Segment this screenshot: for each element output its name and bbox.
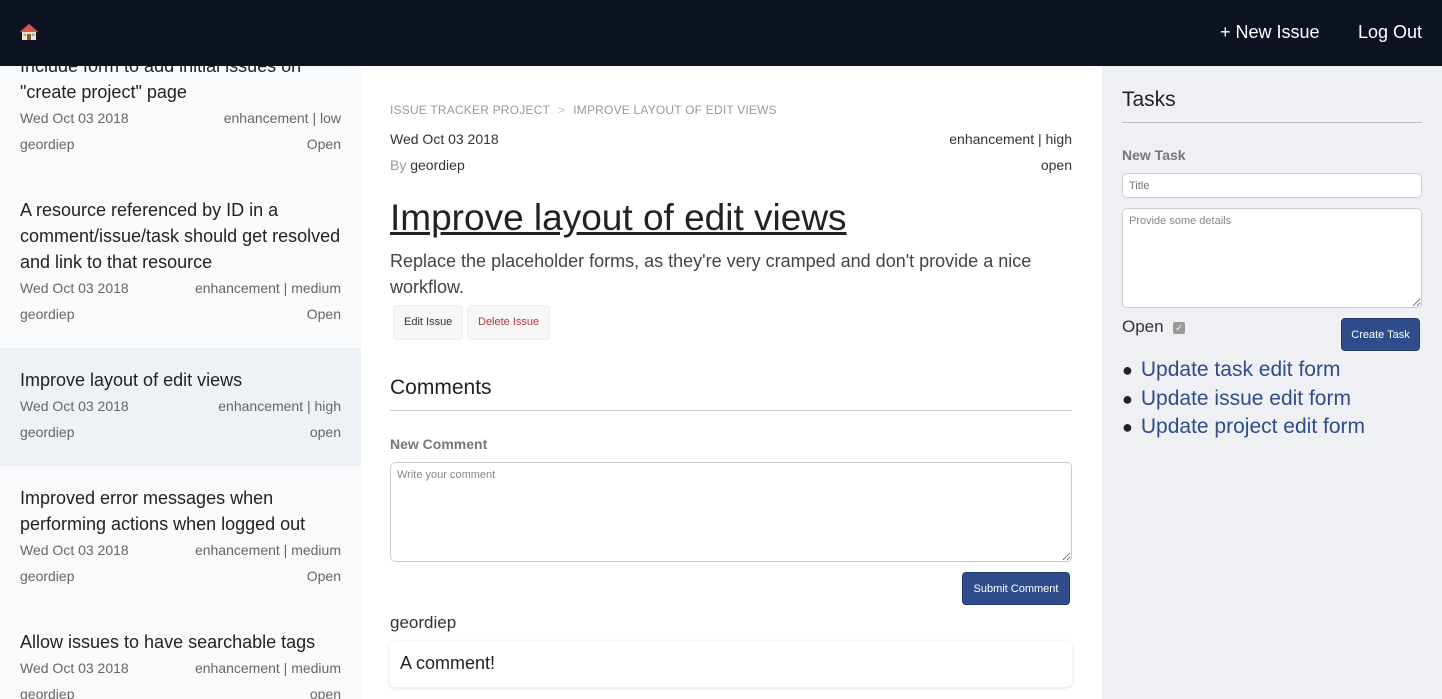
- comment-textarea[interactable]: [390, 462, 1072, 562]
- logout-link[interactable]: Log Out: [1358, 22, 1422, 43]
- new-comment-label: New Comment: [390, 436, 488, 452]
- delete-issue-button[interactable]: Delete Issue: [467, 305, 551, 340]
- list-item-active[interactable]: Improve layout of edit views Wed Oct 03 …: [0, 348, 361, 466]
- list-item[interactable]: Include form to add initial issues on "c…: [0, 66, 361, 157]
- issue-status: open: [309, 686, 341, 699]
- new-issue-link[interactable]: + New Issue: [1220, 22, 1320, 43]
- comment-author: geordiep: [390, 613, 457, 632]
- open-label: Open: [1122, 317, 1164, 336]
- task-link[interactable]: ● Update task edit form: [1122, 356, 1365, 385]
- breadcrumb-project[interactable]: ISSUE TRACKER PROJECT: [390, 103, 550, 117]
- tasks-panel: Tasks New Task Open ✓ Create Task ●Updat…: [1102, 66, 1442, 699]
- breadcrumb: ISSUE TRACKER PROJECT > IMPROVE LAYOUT OF …: [390, 103, 777, 117]
- open-checkbox[interactable]: ✓: [1173, 322, 1185, 334]
- issue-author: geordiep: [20, 568, 75, 584]
- issue-author: geordiep: [20, 136, 75, 152]
- issue-author-line: By geordiep: [390, 155, 465, 175]
- by-label: By: [390, 157, 407, 173]
- task-link[interactable]: ● Update project edit form: [1122, 413, 1365, 442]
- issue-author: geordiep: [20, 686, 75, 699]
- issue-tags: enhancement | high: [218, 398, 341, 414]
- issue-author: geordiep: [20, 306, 75, 322]
- issue-date: Wed Oct 03 2018: [20, 398, 129, 414]
- page-title[interactable]: Improve layout of edit views: [390, 197, 847, 239]
- issue-description: Replace the placeholder forms, as they'r…: [390, 251, 1032, 297]
- issue-date: Wed Oct 03 2018: [20, 110, 129, 126]
- issue-date: Wed Oct 03 2018: [390, 131, 499, 147]
- issue-author: geordiep: [20, 424, 75, 440]
- issue-title: A resource referenced by ID in a comment…: [20, 200, 341, 272]
- house-icon[interactable]: [19, 22, 39, 42]
- issue-date: Wed Oct 03 2018: [20, 542, 129, 558]
- issue-detail: ISSUE TRACKER PROJECT > IMPROVE LAYOUT OF …: [361, 66, 1102, 699]
- create-task-button[interactable]: Create Task: [1341, 318, 1420, 351]
- issue-title: Improved error messages when performing …: [20, 488, 306, 534]
- list-item[interactable]: Improved error messages when performing …: [0, 485, 361, 589]
- task-list: ● Update task edit form ● Update issue edi…: [1122, 356, 1365, 442]
- issue-title: Allow issues to have searchable tags: [20, 632, 316, 652]
- issue-title: Improve layout of edit views: [20, 370, 243, 390]
- issue-status: Open: [306, 568, 341, 584]
- issue-tags: enhancement | low: [223, 110, 341, 126]
- tasks-heading: Tasks: [1122, 88, 1422, 123]
- issue-status: Open: [306, 306, 341, 322]
- comments-heading: Comments: [390, 376, 1072, 411]
- issue-title: Include form to add initial issues on "c…: [20, 66, 302, 102]
- breadcrumb-issue: IMPROVE LAYOUT OF EDIT VIEWS: [573, 103, 777, 117]
- issue-date: Wed Oct 03 2018: [20, 280, 129, 296]
- top-navbar: + New Issue Log Out: [0, 0, 1442, 66]
- issue-tags: enhancement | high: [949, 131, 1072, 147]
- issue-status: open: [309, 424, 341, 440]
- task-title-input[interactable]: [1122, 173, 1422, 198]
- issue-date: Wed Oct 03 2018: [20, 660, 129, 676]
- comment-body: A comment!: [390, 641, 1072, 687]
- list-item[interactable]: A resource referenced by ID in a comment…: [0, 197, 361, 327]
- issue-status: open: [1040, 157, 1072, 173]
- issue-tags: enhancement | medium: [194, 280, 341, 296]
- issue-tags: enhancement | medium: [194, 542, 341, 558]
- new-task-label: New Task: [1122, 147, 1186, 163]
- submit-comment-button[interactable]: Submit Comment: [962, 572, 1070, 605]
- issue-list-sidebar: Include form to add initial issues on "c…: [0, 66, 361, 699]
- issue-author: geordiep: [410, 157, 465, 173]
- edit-issue-button[interactable]: Edit Issue: [393, 305, 464, 340]
- issue-tags: enhancement | medium: [194, 660, 341, 676]
- breadcrumb-separator: >: [558, 103, 566, 117]
- task-link[interactable]: ● Update issue edit form: [1122, 385, 1365, 414]
- issue-status: Open: [306, 136, 341, 152]
- list-item[interactable]: Allow issues to have searchable tags Wed…: [0, 629, 361, 699]
- task-details-textarea[interactable]: [1122, 208, 1422, 308]
